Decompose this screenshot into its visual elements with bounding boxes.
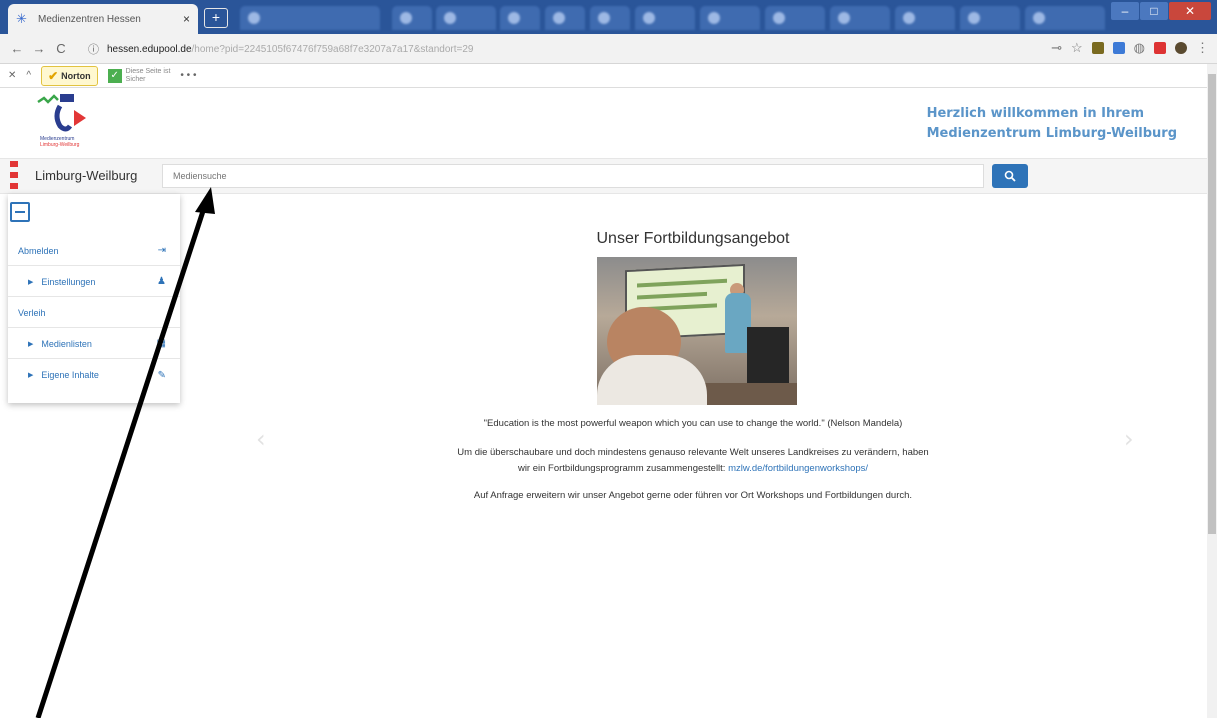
- forward-button[interactable]: →: [28, 41, 50, 56]
- maximize-button[interactable]: □: [1140, 2, 1168, 20]
- welcome-line-2: Medienzentrum Limburg-Weilburg: [926, 126, 1177, 141]
- star-icon[interactable]: ☆: [1071, 40, 1083, 56]
- welcome-line-1: Herzlich willkommen in Ihrem: [926, 106, 1145, 121]
- background-tab[interactable]: [830, 6, 890, 30]
- background-tab[interactable]: [436, 6, 496, 30]
- menu-item-verleih[interactable]: Verleih: [8, 298, 180, 328]
- caret-right-icon: ▶: [28, 278, 34, 286]
- edit-icon: ✎: [157, 369, 166, 381]
- side-menu: Abmelden ⇥ ▶ Einstellungen ♟ Verleih ▶ M…: [8, 194, 180, 403]
- background-tab[interactable]: [590, 6, 630, 30]
- region-label[interactable]: Limburg-Weilburg: [35, 168, 137, 183]
- menu-item-label: Verleih: [18, 307, 46, 318]
- address-bar: ← → C ⓘ hessen.edupool.de /home?pid=2245…: [0, 34, 1217, 64]
- search-icon: [1004, 170, 1016, 182]
- checkmark-icon: ✓: [107, 68, 122, 83]
- brand-stripes: [10, 161, 18, 194]
- menu-item-label: Eigene Inhalte: [41, 370, 99, 380]
- menu-dots-icon[interactable]: ⋮: [1196, 40, 1209, 56]
- page-scrollbar[interactable]: [1207, 64, 1217, 718]
- background-tab[interactable]: [240, 6, 380, 30]
- menu-item-label: Medienlisten: [41, 338, 92, 349]
- background-tab[interactable]: [960, 6, 1020, 30]
- offer-paragraph: Auf Anfrage erweitern wir unser Angebot …: [473, 490, 913, 501]
- favicon-icon: ✳: [16, 11, 27, 26]
- carousel-prev-icon[interactable]: ‹: [256, 425, 266, 453]
- background-tab[interactable]: [392, 6, 432, 30]
- back-button[interactable]: ←: [6, 41, 28, 56]
- tab-medienzentren-hessen[interactable]: ✳ Medienzentren Hessen ×: [8, 4, 198, 34]
- background-tab[interactable]: [895, 6, 955, 30]
- carousel-next-icon[interactable]: ›: [1124, 425, 1134, 453]
- window-controls: – □ ✕: [1110, 2, 1211, 20]
- scroll-thumb[interactable]: [1208, 74, 1216, 534]
- key-icon[interactable]: ⊸: [1051, 40, 1062, 56]
- minimize-button[interactable]: –: [1111, 2, 1139, 20]
- list-icon: ▦: [156, 338, 166, 349]
- background-tab[interactable]: [1025, 6, 1105, 30]
- search-button[interactable]: [992, 164, 1028, 188]
- url-host: hessen.edupool.de: [107, 43, 192, 55]
- profile-avatar[interactable]: [1175, 42, 1187, 54]
- page-title: Unser Fortbildungsangebot: [596, 230, 790, 247]
- paragraph-line-1: Um die überschaubare und doch mindestens…: [457, 447, 929, 458]
- tab-strip: ✳ Medienzentren Hessen × + – □ ✕: [0, 0, 1217, 34]
- menu-item-eigene-inhalte[interactable]: ▶ Eigene Inhalte ✎: [8, 360, 180, 390]
- welcome-text: Herzlich willkommen in Ihrem Medienzentr…: [927, 104, 1177, 144]
- extension-bar: ✕ ^ ✔ Norton ✓ Diese Seite ist Sicher • …: [0, 64, 1217, 88]
- medienzentrum-logo[interactable]: Medienzentrum Limburg-Weilburg: [30, 92, 100, 150]
- logo-caption-2: Limburg-Weilburg: [40, 142, 80, 148]
- extension-icon[interactable]: [1091, 42, 1104, 54]
- paragraph-line-2: wir ein Fortbildungsprogramm zusammenges…: [517, 463, 729, 474]
- menu-item-medienlisten[interactable]: ▶ Medienlisten ▦: [8, 329, 180, 359]
- info-icon[interactable]: ⓘ: [88, 41, 99, 57]
- norton-badge[interactable]: ✔ Norton: [41, 65, 98, 86]
- check-icon: ✔: [48, 68, 59, 83]
- browser-window: ✳ Medienzentren Hessen × + – □ ✕ ← → C ⓘ…: [0, 0, 1217, 718]
- new-tab-button[interactable]: +: [204, 8, 228, 28]
- search-bar: Limburg-Weilburg: [0, 158, 1217, 194]
- norton-label: Norton: [61, 70, 91, 81]
- workshop-photo[interactable]: [597, 257, 797, 405]
- background-tab[interactable]: [765, 6, 825, 30]
- safe-indicator[interactable]: ✓ Diese Seite ist Sicher: [107, 67, 171, 84]
- background-tab[interactable]: [545, 6, 585, 30]
- extension-icons: ⊸ ☆ ◍ ⋮: [1051, 40, 1209, 56]
- page-header: Medienzentrum Limburg-Weilburg Herzlich …: [0, 88, 1217, 158]
- menu-collapse-button[interactable]: [10, 202, 30, 222]
- media-search-input[interactable]: [162, 164, 984, 188]
- caret-right-icon: ▶: [28, 372, 34, 379]
- training-paragraph: Um die überschaubare und doch mindestens…: [388, 445, 998, 477]
- fortbildungen-link[interactable]: mzlw.de/fortbildungenworkshops/: [728, 463, 868, 474]
- github-icon[interactable]: ◍: [1134, 40, 1145, 56]
- background-tab[interactable]: [700, 6, 760, 30]
- extension-icon[interactable]: [1112, 42, 1125, 54]
- menu-item-label: Einstellungen: [41, 276, 96, 287]
- caret-right-icon: ▶: [28, 340, 34, 348]
- safe-text-line1: Diese Seite ist: [125, 67, 171, 75]
- close-icon[interactable]: ✕: [8, 70, 16, 81]
- user-icon: ♟: [157, 276, 166, 287]
- extension-icon[interactable]: [1154, 42, 1166, 54]
- background-tab[interactable]: [500, 6, 540, 30]
- close-icon[interactable]: ×: [183, 12, 190, 26]
- window-close-button[interactable]: ✕: [1169, 2, 1211, 20]
- menu-item-einstellungen[interactable]: ▶ Einstellungen ♟: [8, 267, 180, 297]
- tab-title: Medienzentren Hessen: [38, 13, 141, 25]
- more-dots[interactable]: • • •: [180, 70, 196, 81]
- url-path: /home?pid=2245105f67476f759a68f7e3207a7a…: [191, 43, 474, 55]
- safe-text-line2: Sicher: [125, 75, 146, 83]
- chevron-up-icon[interactable]: ^: [26, 70, 31, 81]
- mandela-quote: "Education is the most powerful weapon w…: [483, 418, 903, 429]
- reload-button[interactable]: C: [50, 41, 72, 56]
- background-tab[interactable]: [635, 6, 695, 30]
- url-field[interactable]: ⓘ hessen.edupool.de /home?pid=2245105f67…: [88, 38, 988, 60]
